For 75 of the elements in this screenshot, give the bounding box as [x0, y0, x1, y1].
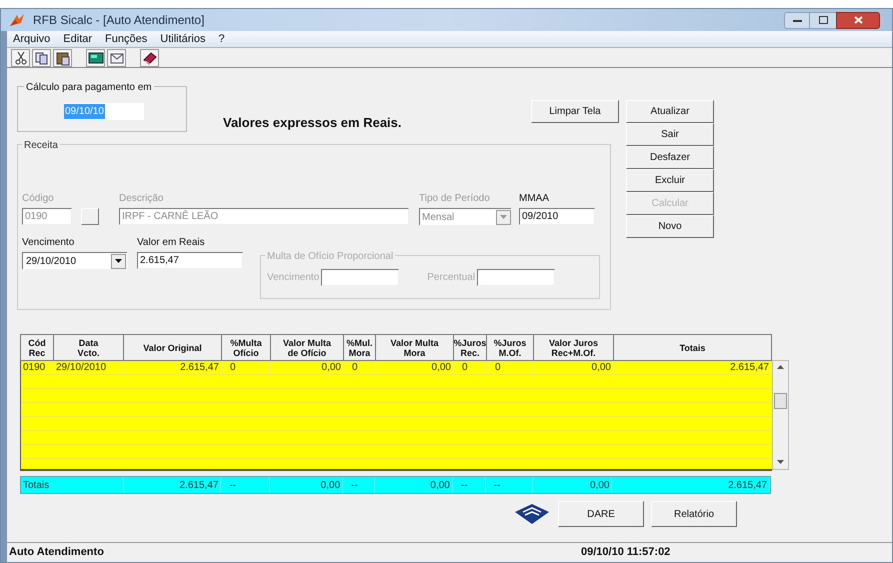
table-cell: 2.615,47 [124, 361, 222, 374]
field-label: MMAA [519, 193, 550, 205]
lookup-button[interactable] [81, 208, 99, 225]
group-legend: Multa de Ofício Proporcional [265, 249, 396, 264]
maximize-icon [818, 16, 828, 24]
field-label: Tipo de Período [419, 193, 491, 205]
copy-icon [34, 50, 50, 66]
group-legend: Cálculo para pagamento em [24, 80, 154, 95]
field-label: Vencimento [22, 237, 76, 249]
table-cell: 0190 [21, 361, 54, 374]
scissors-icon [12, 50, 28, 66]
field-label: Vencimento [267, 271, 320, 285]
table-cell: 0,00 [376, 361, 454, 374]
table-cell: -- [343, 477, 376, 493]
push-button[interactable]: Novo [626, 215, 714, 238]
table-cell: -- [486, 477, 533, 493]
monitor-tool-button[interactable] [86, 48, 105, 66]
table-cell: 0,00 [270, 477, 344, 493]
menu-item[interactable]: Arquivo [11, 30, 52, 48]
status-clock: 09/10/10 11:57:02 [581, 545, 670, 560]
book-icon [142, 50, 158, 66]
push-button[interactable]: Relatório [651, 501, 737, 527]
amount-field[interactable]: 2.615,47 [137, 252, 243, 269]
push-button[interactable]: Atualizar [626, 100, 714, 123]
app-logo-icon [9, 13, 25, 27]
push-button[interactable]: Excluir [626, 169, 714, 192]
minimize-button[interactable] [784, 12, 810, 28]
push-button[interactable]: Limpar Tela [531, 100, 619, 123]
table-cell: 0,00 [532, 477, 612, 493]
field-label: Código [22, 193, 55, 205]
notice-text: Valores expressos em Reais. [223, 114, 403, 132]
minimize-icon [792, 18, 802, 22]
table-cell: 0 [454, 361, 487, 374]
field-label: Descrição [119, 193, 164, 205]
table-cell: 2.615,47 [612, 477, 770, 493]
menu-item[interactable]: Utilitários [158, 30, 208, 48]
scroll-thumb[interactable] [774, 393, 787, 409]
window-title: RFB Sicalc - [Auto Atendimento] [33, 12, 204, 29]
menu-item[interactable]: ? [216, 30, 227, 48]
table-cell: 0,00 [271, 361, 344, 374]
scroll-up-icon[interactable] [777, 365, 784, 370]
emblem-icon [513, 503, 551, 525]
table-cell: 0,00 [534, 361, 614, 374]
due-date-dropdown[interactable]: 29/10/2010 [22, 252, 127, 269]
table-cell: 0 [487, 361, 534, 374]
menu-item[interactable]: Funções [103, 30, 150, 48]
book-tool-button[interactable] [140, 48, 159, 66]
paste-icon [54, 50, 70, 66]
close-icon [854, 16, 862, 24]
table-cell: 2.615,47 [124, 477, 222, 493]
push-button[interactable]: Desfazer [626, 146, 714, 169]
close-button[interactable] [836, 12, 880, 28]
paste-tool-button[interactable] [53, 48, 72, 66]
table-cell: 0,00 [375, 477, 453, 493]
push-button[interactable]: DARE [558, 501, 644, 527]
table-cell: 0 [222, 361, 271, 374]
menu-item[interactable]: Editar [61, 30, 94, 48]
period-field[interactable]: 09/2010 [519, 208, 595, 225]
field-label: Valor em Reais [137, 237, 206, 249]
status-text: Auto Atendimento [8, 545, 105, 560]
table-cell: Totais [21, 477, 124, 493]
table-cell: -- [221, 477, 270, 493]
push-button[interactable]: Sair [626, 123, 714, 146]
monitor-icon [88, 50, 104, 66]
table-cell: -- [452, 477, 486, 493]
scissors-tool-button[interactable] [11, 48, 30, 66]
envelope-tool-button[interactable] [107, 48, 126, 66]
maximize-button[interactable] [810, 12, 836, 28]
field-label: Percentual [427, 271, 476, 285]
copy-tool-button[interactable] [32, 48, 51, 66]
dropdown-value: Mensal [421, 210, 456, 224]
dropdown-value: 29/10/2010 [25, 254, 78, 268]
table-cell: 29/10/2010 [54, 361, 124, 374]
table-cell: 0 [344, 361, 376, 374]
scroll-down-icon[interactable] [777, 460, 784, 465]
